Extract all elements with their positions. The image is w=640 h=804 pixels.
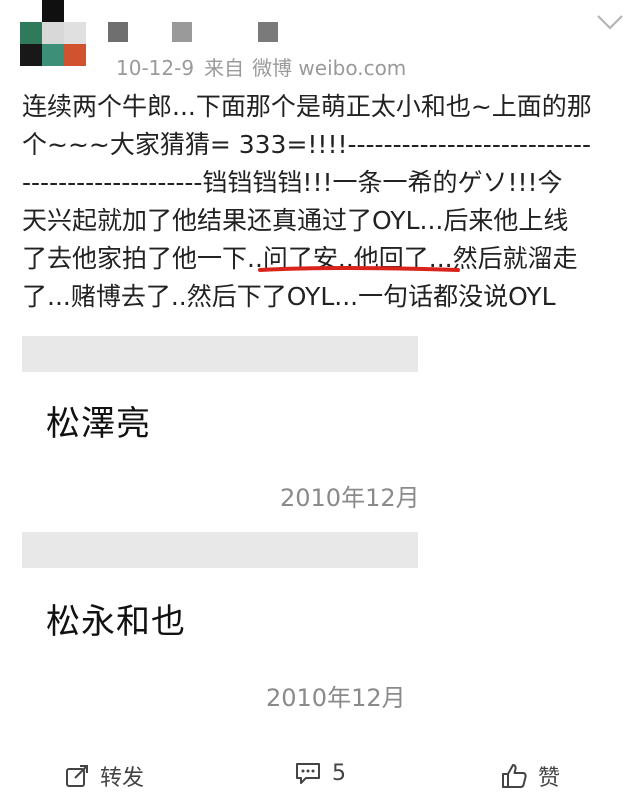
comment-count: 5 xyxy=(332,760,346,786)
weibo-post: 10-12-9 来自 微博 weibo.com 连续两个牛郎...下面那个是萌正太小… xyxy=(0,0,640,804)
chevron-down-icon[interactable] xyxy=(596,12,624,32)
post-content: 连续两个牛郎...下面那个是萌正太小和也~上面的那 个~~~大家猜猜= 333=… xyxy=(22,88,620,316)
embedded-card-date: 2010年12月 xyxy=(280,484,420,512)
content-line: 了...赌博去了..然后下了OYL...一句话都没说OYL xyxy=(22,282,556,311)
content-line: 连续两个牛郎...下面那个是萌正太小和也~上面的那 xyxy=(22,92,592,121)
post-date: 10-12-9 xyxy=(116,56,195,80)
avatar[interactable] xyxy=(20,0,86,66)
content-line: 天兴起就加了他结果还真通过了OYL...后来他上线 xyxy=(22,206,569,235)
embedded-card-date: 2010年12月 xyxy=(266,684,406,712)
repost-button[interactable]: 转发 xyxy=(64,760,144,792)
content-line: 个~~~大家猜猜= 333=!!!!----------------------… xyxy=(22,130,592,159)
username-mosaic xyxy=(258,22,278,42)
embedded-card-header xyxy=(22,532,418,568)
like-button[interactable]: 赞 xyxy=(500,760,560,792)
username-mosaic xyxy=(172,22,192,42)
embedded-card-name: 松澤亮 xyxy=(46,404,151,444)
embedded-card-header xyxy=(22,336,418,372)
embedded-card-name: 松永和也 xyxy=(46,602,186,642)
post-meta: 10-12-9 来自 微博 weibo.com xyxy=(116,52,406,81)
content-line: --------------------铛铛铛铛!!!一条一希的ゲソ!!!今 xyxy=(22,168,563,197)
repost-icon xyxy=(66,765,88,787)
comment-button[interactable]: 5 xyxy=(294,760,346,786)
comment-icon xyxy=(296,763,320,784)
red-underline-mark xyxy=(258,266,460,272)
repost-label: 转发 xyxy=(100,766,145,791)
post-source-prefix: 来自 xyxy=(204,56,245,80)
post-actions: 转发 5 赞 xyxy=(0,752,640,800)
username-mosaic xyxy=(108,22,128,42)
post-source[interactable]: 微博 weibo.com xyxy=(252,56,406,80)
thumbs-up-icon xyxy=(502,764,527,788)
like-label: 赞 xyxy=(538,766,561,791)
